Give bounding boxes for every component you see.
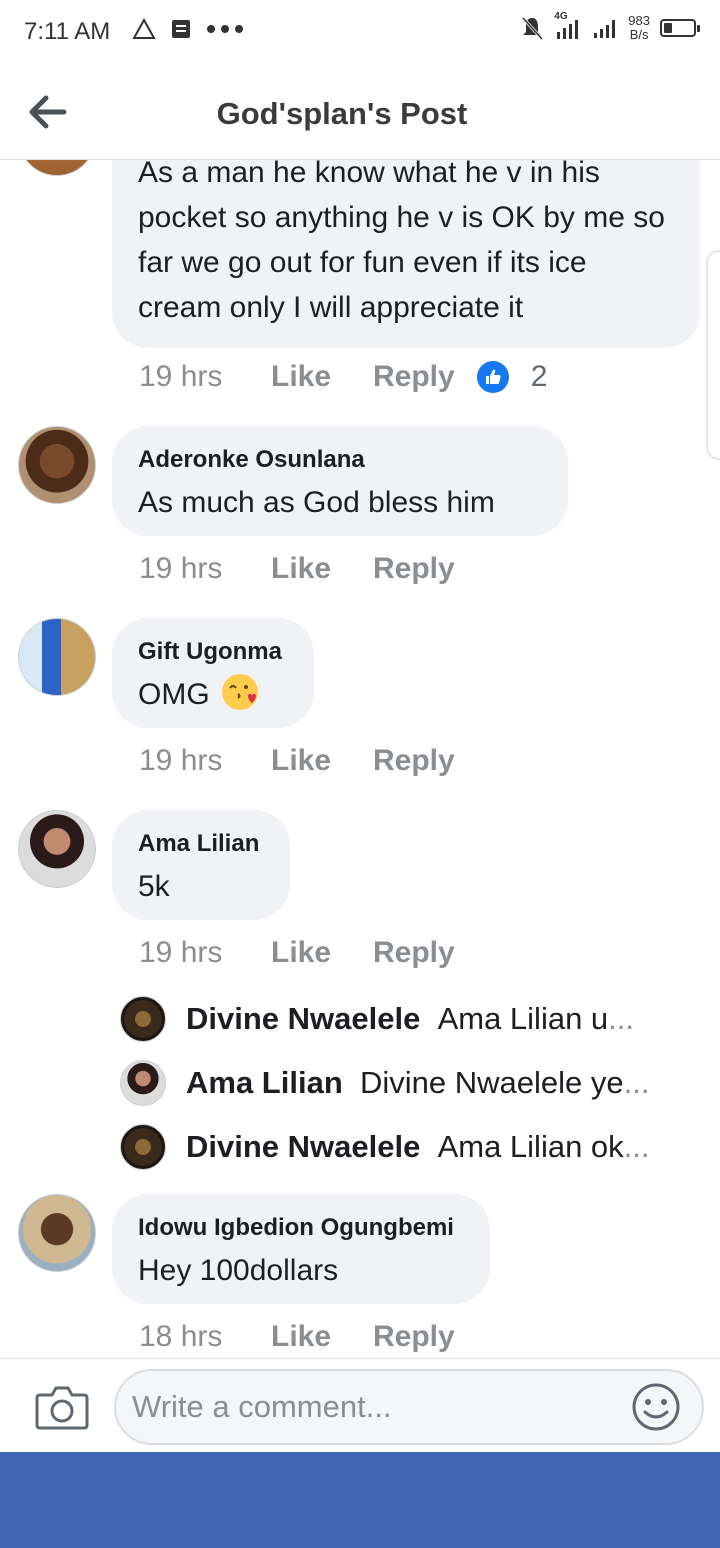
reply-button[interactable]: Reply (373, 936, 455, 970)
avatar[interactable] (18, 426, 96, 504)
comment-text: OMG (138, 678, 210, 711)
warning-triangle-icon (132, 18, 156, 39)
comment-bubble[interactable]: Aderonke Osunlana As much as God bless h… (112, 426, 568, 536)
side-scroll-handle[interactable] (706, 250, 720, 460)
commenter-name[interactable]: Aderonke Osunlana (138, 446, 542, 474)
like-button[interactable]: Like (271, 744, 373, 778)
commenter-name[interactable]: Idowu Igbedion Ogungbemi (138, 1214, 464, 1242)
reply-ellipsis: ... (623, 1065, 650, 1100)
avatar[interactable] (18, 1194, 96, 1272)
reply-preview[interactable]: Divine Nwaelele Ama Lilian ok... (120, 1122, 680, 1172)
comment-text: As a man he know what he v in his pocket… (138, 160, 665, 324)
commenter-name[interactable]: Gift Ugonma (138, 638, 288, 666)
avatar[interactable] (18, 810, 96, 888)
bottom-brand-bar (0, 1452, 720, 1548)
reply-author[interactable]: Divine Nwaelele (186, 1001, 420, 1036)
like-button[interactable]: Like (271, 1320, 373, 1354)
reply-button[interactable]: Reply (373, 360, 455, 394)
comment-time: 19 hrs (139, 936, 223, 969)
like-button[interactable]: Like (271, 360, 373, 394)
reply-text: Ama Lilian u (437, 1001, 609, 1036)
thumbs-up-icon[interactable] (476, 361, 509, 393)
avatar[interactable] (120, 1124, 166, 1170)
reply-text: Divine Nwaelele ye (360, 1065, 624, 1100)
comment-bubble[interactable]: As a man he know what he v in his pocket… (112, 160, 700, 348)
kissing-heart-emoji-icon (221, 674, 258, 710)
comment-bubble[interactable]: Gift Ugonma OMG (112, 618, 314, 728)
reply-ellipsis: ... (608, 1001, 635, 1036)
battery-icon (660, 19, 700, 37)
comment-actions: 19 hrs Like Reply (139, 744, 477, 778)
comment-actions: 19 hrs Like Reply (139, 936, 477, 970)
comment-bubble[interactable]: Ama Lilian 5k (112, 810, 290, 920)
comments-feed[interactable]: As a man he know what he v in his pocket… (0, 160, 720, 1358)
commenter-name[interactable]: Ama Lilian (138, 830, 264, 858)
comment-time: 19 hrs (139, 360, 223, 393)
comment-text: Hey 100dollars (138, 1254, 339, 1287)
comment-input[interactable] (114, 1369, 704, 1445)
page-title: God'splan's Post (216, 96, 468, 131)
status-bar: 7:11 AM 4G 983 B/s (0, 0, 720, 64)
reply-button[interactable]: Reply (373, 744, 455, 778)
comment-time: 19 hrs (139, 744, 223, 777)
avatar[interactable] (120, 996, 166, 1042)
reply-button[interactable]: Reply (373, 552, 455, 586)
network-speed: 983 B/s (628, 13, 650, 42)
post-header: God'splan's Post (0, 64, 720, 160)
comment-time: 19 hrs (139, 552, 223, 585)
reply-text: Ama Lilian ok (437, 1129, 624, 1164)
message-icon (172, 20, 190, 38)
reply-preview[interactable]: Ama Lilian Divine Nwaelele ye... (120, 1058, 680, 1108)
like-button[interactable]: Like (271, 936, 373, 970)
comment-text: As much as God bless him (138, 486, 495, 519)
reply-ellipsis: ... (623, 1129, 650, 1164)
bell-muted-icon (522, 16, 544, 41)
status-time: 7:11 AM (24, 18, 111, 45)
like-button[interactable]: Like (271, 552, 373, 586)
more-dots-icon (207, 25, 243, 33)
comment-actions: 19 hrs Like Reply (139, 552, 477, 586)
comment-time: 18 hrs (139, 1320, 223, 1353)
comment-actions: 19 hrs Like Reply 2 (139, 360, 547, 394)
comment-actions: 18 hrs Like Reply (139, 1320, 477, 1354)
comment-bubble[interactable]: Idowu Igbedion Ogungbemi Hey 100dollars (112, 1194, 490, 1304)
reply-button[interactable]: Reply (373, 1320, 455, 1354)
reply-author[interactable]: Ama Lilian (186, 1065, 343, 1100)
emoji-smiley-icon[interactable] (630, 1381, 682, 1433)
signal-4g-icon: 4G (554, 11, 582, 42)
avatar[interactable] (18, 618, 96, 696)
reply-author[interactable]: Divine Nwaelele (186, 1129, 420, 1164)
comment-composer (0, 1358, 720, 1452)
signal-icon (594, 20, 616, 38)
reaction-count[interactable]: 2 (531, 360, 548, 394)
camera-icon[interactable] (34, 1383, 90, 1431)
reply-preview[interactable]: Divine Nwaelele Ama Lilian u... (120, 994, 680, 1044)
avatar[interactable] (120, 1060, 166, 1106)
avatar[interactable] (18, 160, 96, 176)
comment-text: 5k (138, 870, 170, 903)
